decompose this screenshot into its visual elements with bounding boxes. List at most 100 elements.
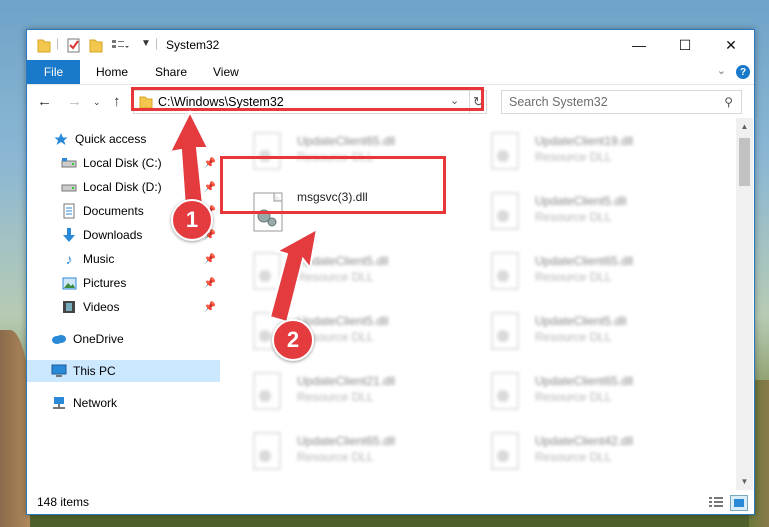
sidebar-item-this-pc[interactable]: This PC [27,360,220,382]
scroll-thumb[interactable] [739,138,750,186]
pin-icon[interactable]: 📌 [204,302,216,313]
file-type: Resource DLL [535,390,612,404]
file-name: UpdateClient65.dll [535,254,634,268]
scroll-down-icon[interactable]: ▼ [736,473,753,490]
videos-icon [61,299,77,315]
network-icon [51,395,67,411]
vertical-scrollbar[interactable]: ▲ ▼ [736,118,753,490]
address-dropdown-icon[interactable]: ⌄ [450,94,459,107]
file-item[interactable]: UpdateClient21.dll Resource DLL [249,368,469,414]
dll-file-icon [253,252,281,290]
documents-icon [61,203,77,219]
large-icons-view-icon[interactable] [730,495,748,511]
maximize-button[interactable]: ☐ [662,30,708,60]
pictures-icon [61,275,77,291]
customize-toolbar-icon[interactable] [111,37,129,53]
status-bar: 148 items [27,490,754,514]
new-folder-icon[interactable] [89,37,103,53]
sidebar-item-videos[interactable]: Videos 📌 [27,296,220,318]
recent-locations-icon[interactable]: ⌄ [93,97,101,108]
scroll-up-icon[interactable]: ▲ [736,118,753,135]
close-button[interactable]: ✕ [708,30,754,60]
sidebar-item-label: Local Disk (D:) [83,180,162,194]
expand-ribbon-icon[interactable]: ⌄ [717,64,726,77]
dll-file-icon [253,432,281,470]
separator: | [155,36,159,50]
file-name: UpdateClient5.dll [535,314,627,328]
file-type: Resource DLL [535,330,612,344]
file-name: UpdateClient5.dll [297,254,389,268]
folder-icon [139,96,153,109]
downloads-icon [61,227,77,243]
tab-share[interactable]: Share [155,60,187,84]
search-icon[interactable]: ⚲ [724,95,733,109]
file-name: UpdateClient65.dll [535,374,634,388]
file-item[interactable]: UpdateClient19.dll Resource DLL [487,128,707,174]
title-bar: | ▼ | System32 — ☐ ✕ [27,30,754,60]
back-arrow-icon[interactable]: ← [37,93,52,110]
computer-icon [51,363,67,379]
forward-arrow-icon[interactable]: → [67,93,82,110]
file-item[interactable]: UpdateClient65.dll Resource DLL [249,428,469,474]
minimize-button[interactable]: — [616,30,662,60]
sidebar-item-label: Quick access [75,132,147,146]
drive-icon [61,155,77,171]
sidebar-item-label: OneDrive [73,332,124,346]
dll-file-icon [491,252,519,290]
sidebar-item-label: Videos [83,300,120,314]
pin-icon[interactable]: 📌 [204,278,216,289]
file-item[interactable]: UpdateClient65.dll Resource DLL [487,368,707,414]
drive-icon [61,179,77,195]
refresh-icon[interactable]: ↻ [469,91,487,113]
file-item[interactable]: UpdateClient42.dll Resource DLL [487,428,707,474]
dll-file-icon [491,132,519,170]
help-icon[interactable]: ? [736,65,750,79]
step-1-badge: 1 [171,199,213,241]
search-input[interactable]: Search System32 ⚲ [501,90,742,114]
sidebar-item-onedrive[interactable]: OneDrive [27,328,220,350]
cloud-icon [51,331,67,347]
sidebar-item-label: Downloads [83,228,143,242]
separator: | [56,36,60,50]
sidebar-item-quick-access[interactable]: Quick access [27,128,220,150]
file-item[interactable]: UpdateClient65.dll Resource DLL [487,248,707,294]
sidebar-item-local-disk-c[interactable]: Local Disk (C:) 📌 [27,152,220,174]
quick-access-toolbar-dropdown-icon[interactable]: ▼ [141,38,151,49]
address-row: ← → ⌄ ↑ C:\Windows\System32 ⌄ ↻ Search S… [27,85,754,117]
address-bar[interactable]: C:\Windows\System32 ⌄ ↻ [133,90,487,114]
file-name: UpdateClient42.dll [535,434,634,448]
sidebar-item-label: Local Disk (C:) [83,156,162,170]
file-type: Resource DLL [535,150,612,164]
music-icon: ♪ [65,251,73,267]
step-2-badge: 2 [272,319,314,361]
tab-view[interactable]: View [213,60,239,84]
dll-file-icon [253,372,281,410]
file-type: Resource DLL [297,270,374,284]
sidebar-item-label: Pictures [83,276,127,290]
sidebar-item-local-disk-d[interactable]: Local Disk (D:) 📌 [27,176,220,198]
file-name: UpdateClient65.dll [297,434,396,448]
pin-icon[interactable]: 📌 [204,254,216,265]
address-path[interactable]: C:\Windows\System32 [158,95,284,109]
file-name: UpdateClient5.dll [535,194,627,208]
pin-icon[interactable]: 📌 [204,158,216,169]
pin-icon[interactable]: 📌 [204,182,216,193]
file-type: Resource DLL [297,450,374,464]
properties-icon[interactable] [67,37,81,53]
sidebar-item-label: Music [83,252,115,266]
up-arrow-icon[interactable]: ↑ [113,93,121,110]
details-view-icon[interactable] [708,495,724,509]
sidebar-item-label: This PC [73,364,116,378]
folder-icon [37,39,51,53]
sidebar-item-music[interactable]: ♪ Music 📌 [27,248,220,270]
tab-file[interactable]: File [27,60,80,84]
tab-home[interactable]: Home [96,60,128,84]
file-item[interactable]: UpdateClient5.dll Resource DLL [487,188,707,234]
star-icon [53,131,69,147]
sidebar-item-pictures[interactable]: Pictures 📌 [27,272,220,294]
file-item[interactable]: UpdateClient5.dll Resource DLL [487,308,707,354]
navigation-pane: Quick access Local Disk (C:) 📌 Local Dis… [27,118,220,490]
sidebar-item-network[interactable]: Network [27,392,220,414]
file-item[interactable]: UpdateClient5.dll Resource DLL [249,248,469,294]
file-type: Resource DLL [535,450,612,464]
